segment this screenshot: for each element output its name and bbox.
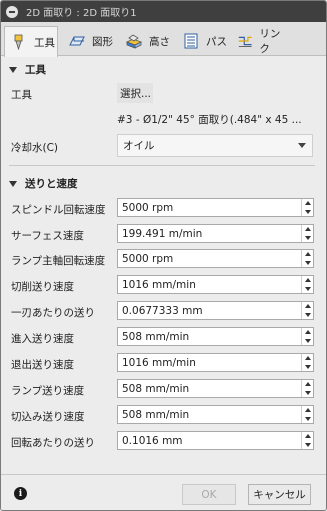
tab-heights[interactable]: 高さ [120, 26, 172, 56]
feed-section-header[interactable]: 送りと速度 [9, 176, 78, 191]
feed-per-tooth-input[interactable]: 0.0677333 mm [117, 301, 314, 320]
row-label: ランプ主軸回転速度 [11, 255, 106, 267]
tool-icon [14, 34, 23, 50]
input-value[interactable]: 0.1016 mm [118, 435, 301, 447]
spinner-icon[interactable] [301, 328, 313, 345]
tab-label: パス [206, 35, 227, 48]
tab-tool[interactable]: 工具 [4, 26, 58, 57]
tab-geometry[interactable]: 図形 [63, 26, 115, 56]
lead-in-feedrate-input[interactable]: 508 mm/min [117, 327, 314, 346]
spinner-icon[interactable] [301, 225, 313, 242]
section-title: 送りと速度 [25, 178, 78, 190]
row-label: サーフェス速度 [11, 230, 84, 242]
dialog-footer: i OK キャンセル [1, 474, 326, 510]
geometry-icon [69, 36, 85, 46]
passes-icon [184, 33, 198, 49]
row-label: 切込み送り速度 [11, 411, 85, 423]
tab-passes[interactable]: パス [177, 26, 227, 56]
spinner-icon[interactable] [301, 432, 313, 449]
tab-label: 図形 [92, 35, 113, 48]
row-label: 進入送り速度 [11, 333, 74, 345]
section-title: 工具 [25, 64, 46, 76]
spinner-icon[interactable] [301, 406, 313, 423]
input-value[interactable]: 5000 rpm [118, 202, 301, 214]
row-label: スピンドル回転速度 [11, 204, 106, 216]
cancel-button[interactable]: キャンセル [248, 484, 311, 505]
row-label: ランプ送り速度 [11, 385, 85, 397]
input-value[interactable]: 508 mm/min [118, 383, 301, 395]
lead-out-feedrate-input[interactable]: 1016 mm/min [117, 353, 314, 372]
row-label: 退出送り速度 [11, 359, 74, 371]
spinner-icon[interactable] [301, 276, 313, 293]
tab-bar: 工具 図形 高さ パス リンク [1, 22, 326, 57]
surface-speed-input[interactable]: 199.491 m/min [117, 224, 314, 243]
row-label: 一刃あたりの送り [11, 307, 95, 319]
input-value[interactable]: 508 mm/min [118, 409, 301, 421]
title-bar[interactable]: 2D 面取り : 2D 面取り1 [1, 1, 326, 22]
tool-section-header[interactable]: 工具 [9, 62, 46, 77]
input-value[interactable]: 199.491 m/min [118, 228, 301, 240]
linking-icon [238, 36, 252, 47]
spinner-icon[interactable] [301, 199, 313, 216]
dialog-title: 2D 面取り : 2D 面取り1 [26, 8, 137, 19]
spinner-icon[interactable] [301, 302, 313, 319]
plunge-feedrate-input[interactable]: 508 mm/min [117, 405, 314, 424]
tab-label: 高さ [149, 35, 170, 48]
cutting-feedrate-input[interactable]: 1016 mm/min [117, 275, 314, 294]
row-label: 切削送り速度 [11, 281, 74, 293]
spindle-speed-input[interactable]: 5000 rpm [117, 198, 314, 217]
collapse-triangle-icon[interactable] [9, 66, 17, 73]
input-value[interactable]: 1016 mm/min [118, 357, 301, 369]
tab-linking[interactable]: リンク [232, 26, 288, 56]
select-tool-button[interactable]: 選択... [117, 83, 153, 103]
feed-per-revolution-input[interactable]: 0.1016 mm [117, 431, 314, 450]
ramp-feedrate-input[interactable]: 508 mm/min [117, 379, 314, 398]
info-icon[interactable]: i [14, 487, 27, 500]
row-label: 回転あたりの送り [11, 437, 95, 449]
spinner-icon[interactable] [301, 250, 313, 267]
input-value[interactable]: 5000 rpm [118, 253, 301, 265]
coolant-select[interactable]: オイル [117, 134, 313, 157]
ramp-spindle-speed-input[interactable]: 5000 rpm [117, 249, 314, 268]
tab-label: リンク [259, 28, 281, 55]
spinner-icon[interactable] [301, 354, 313, 371]
coolant-value: オイル [123, 140, 155, 152]
collapse-icon[interactable] [6, 5, 18, 18]
heights-icon [126, 34, 142, 49]
chevron-down-icon [298, 143, 306, 148]
divider [9, 165, 315, 166]
collapse-triangle-icon[interactable] [9, 180, 17, 187]
coolant-label: 冷却水(C) [11, 142, 59, 154]
dialog-window: 2D 面取り : 2D 面取り1 工具 図形 高さ パス リンク 工具 工具 選… [0, 0, 327, 511]
input-value[interactable]: 508 mm/min [118, 331, 301, 343]
input-value[interactable]: 1016 mm/min [118, 279, 301, 291]
spinner-icon[interactable] [301, 380, 313, 397]
ok-button[interactable]: OK [182, 484, 236, 505]
input-value[interactable]: 0.0677333 mm [118, 305, 301, 317]
tool-label: 工具 [11, 89, 32, 101]
tool-description: #3 - Ø1/2" 45° 面取り(.484" x 45 ... [117, 114, 302, 126]
tab-label: 工具 [34, 36, 55, 49]
